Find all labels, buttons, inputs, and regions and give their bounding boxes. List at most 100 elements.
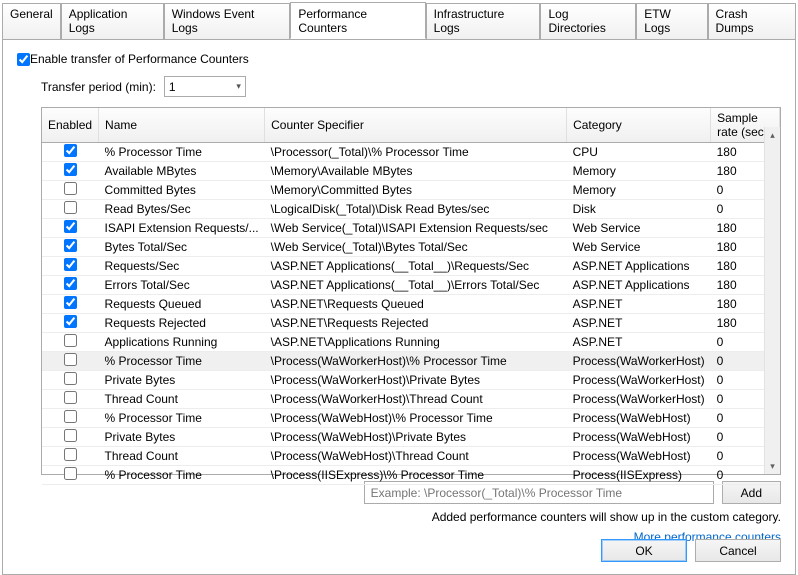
row-name: Thread Count bbox=[99, 447, 265, 466]
row-name: Errors Total/Sec bbox=[99, 276, 265, 295]
table-row[interactable]: Private Bytes\Process(WaWebHost)\Private… bbox=[42, 428, 780, 447]
row-category: Process(WaWorkerHost) bbox=[567, 371, 711, 390]
enable-transfer-row: Enable transfer of Performance Counters bbox=[17, 52, 781, 66]
table-row[interactable]: Available MBytes\Memory\Available MBytes… bbox=[42, 162, 780, 181]
row-name: Available MBytes bbox=[99, 162, 265, 181]
tab-crash-dumps[interactable]: Crash Dumps bbox=[708, 3, 796, 40]
tab-application-logs[interactable]: Application Logs bbox=[61, 3, 164, 40]
table-row[interactable]: Errors Total/Sec\ASP.NET Applications(__… bbox=[42, 276, 780, 295]
table-row[interactable]: % Processor Time\Process(WaWorkerHost)\%… bbox=[42, 352, 780, 371]
enable-transfer-label[interactable]: Enable transfer of Performance Counters bbox=[30, 52, 249, 66]
row-category: ASP.NET bbox=[567, 333, 711, 352]
table-row[interactable]: % Processor Time\Process(IISExpress)\% P… bbox=[42, 466, 780, 485]
scroll-down-icon[interactable]: ▾ bbox=[765, 458, 780, 474]
row-name: Applications Running bbox=[99, 333, 265, 352]
row-category: Memory bbox=[567, 162, 711, 181]
tab-general[interactable]: General bbox=[2, 3, 61, 40]
table-row[interactable]: Requests/Sec\ASP.NET Applications(__Tota… bbox=[42, 257, 780, 276]
row-spec: \ASP.NET Applications(__Total__)\Request… bbox=[265, 257, 567, 276]
scroll-up-icon[interactable]: ▴ bbox=[765, 127, 780, 143]
row-enabled-checkbox[interactable] bbox=[64, 315, 77, 328]
tab-log-directories[interactable]: Log Directories bbox=[540, 3, 636, 40]
chevron-down-icon: ▾ bbox=[236, 81, 241, 92]
row-name: % Processor Time bbox=[99, 352, 265, 371]
col-category[interactable]: Category bbox=[567, 108, 711, 143]
row-enabled-checkbox[interactable] bbox=[64, 182, 77, 195]
row-name: Private Bytes bbox=[99, 371, 265, 390]
custom-category-hint: Added performance counters will show up … bbox=[41, 510, 781, 524]
table-row[interactable]: Committed Bytes\Memory\Committed BytesMe… bbox=[42, 181, 780, 200]
row-category: Process(WaWorkerHost) bbox=[567, 390, 711, 409]
row-name: Private Bytes bbox=[99, 428, 265, 447]
row-spec: \Web Service(_Total)\ISAPI Extension Req… bbox=[265, 219, 567, 238]
table-row[interactable]: Thread Count\Process(WaWorkerHost)\Threa… bbox=[42, 390, 780, 409]
col-spec[interactable]: Counter Specifier bbox=[265, 108, 567, 143]
table-row[interactable]: Read Bytes/Sec\LogicalDisk(_Total)\Disk … bbox=[42, 200, 780, 219]
table-row[interactable]: ISAPI Extension Requests/...\Web Service… bbox=[42, 219, 780, 238]
table-row[interactable]: Bytes Total/Sec\Web Service(_Total)\Byte… bbox=[42, 238, 780, 257]
row-spec: \Process(WaWorkerHost)\% Processor Time bbox=[265, 352, 567, 371]
row-enabled-checkbox[interactable] bbox=[64, 201, 77, 214]
row-enabled-checkbox[interactable] bbox=[64, 220, 77, 233]
row-category: Process(WaWebHost) bbox=[567, 409, 711, 428]
row-spec: \Process(IISExpress)\% Processor Time bbox=[265, 466, 567, 485]
row-enabled-checkbox[interactable] bbox=[64, 372, 77, 385]
row-name: Requests Rejected bbox=[99, 314, 265, 333]
row-enabled-checkbox[interactable] bbox=[64, 239, 77, 252]
row-spec: \Processor(_Total)\% Processor Time bbox=[265, 143, 567, 162]
row-enabled-checkbox[interactable] bbox=[64, 258, 77, 271]
row-category: ASP.NET bbox=[567, 295, 711, 314]
row-name: % Processor Time bbox=[99, 409, 265, 428]
table-row[interactable]: Thread Count\Process(WaWebHost)\Thread C… bbox=[42, 447, 780, 466]
row-enabled-checkbox[interactable] bbox=[64, 429, 77, 442]
ok-button[interactable]: OK bbox=[601, 539, 687, 562]
row-enabled-checkbox[interactable] bbox=[64, 277, 77, 290]
counters-grid: Enabled Name Counter Specifier Category … bbox=[41, 107, 781, 475]
cancel-button[interactable]: Cancel bbox=[695, 539, 781, 562]
row-category: Process(WaWorkerHost) bbox=[567, 352, 711, 371]
transfer-period-row: Transfer period (min): 1 ▾ bbox=[41, 76, 781, 97]
col-enabled[interactable]: Enabled bbox=[42, 108, 99, 143]
row-name: Read Bytes/Sec bbox=[99, 200, 265, 219]
row-enabled-checkbox[interactable] bbox=[64, 334, 77, 347]
row-enabled-checkbox[interactable] bbox=[64, 448, 77, 461]
vertical-scrollbar[interactable]: ▴ ▾ bbox=[764, 127, 780, 474]
row-category: ASP.NET Applications bbox=[567, 276, 711, 295]
row-spec: \ASP.NET Applications(__Total__)\Errors … bbox=[265, 276, 567, 295]
row-name: % Processor Time bbox=[99, 143, 265, 162]
row-name: % Processor Time bbox=[99, 466, 265, 485]
row-enabled-checkbox[interactable] bbox=[64, 163, 77, 176]
row-spec: \Process(WaWebHost)\Private Bytes bbox=[265, 428, 567, 447]
col-name[interactable]: Name bbox=[99, 108, 265, 143]
tab-infrastructure-logs[interactable]: Infrastructure Logs bbox=[426, 3, 541, 40]
tab-windows-event-logs[interactable]: Windows Event Logs bbox=[164, 3, 291, 40]
transfer-period-combo[interactable]: 1 ▾ bbox=[164, 76, 246, 97]
row-enabled-checkbox[interactable] bbox=[64, 467, 77, 480]
row-spec: \Web Service(_Total)\Bytes Total/Sec bbox=[265, 238, 567, 257]
under-grid-area: Add Added performance counters will show… bbox=[41, 481, 781, 544]
row-enabled-checkbox[interactable] bbox=[64, 410, 77, 423]
row-spec: \Process(WaWorkerHost)\Thread Count bbox=[265, 390, 567, 409]
tab-performance-counters[interactable]: Performance Counters bbox=[290, 2, 425, 39]
row-name: Committed Bytes bbox=[99, 181, 265, 200]
table-row[interactable]: Requests Rejected\ASP.NET\Requests Rejec… bbox=[42, 314, 780, 333]
row-spec: \Memory\Available MBytes bbox=[265, 162, 567, 181]
row-category: Web Service bbox=[567, 219, 711, 238]
row-enabled-checkbox[interactable] bbox=[64, 144, 77, 157]
table-row[interactable]: Requests Queued\ASP.NET\Requests QueuedA… bbox=[42, 295, 780, 314]
table-row[interactable]: % Processor Time\Process(WaWebHost)\% Pr… bbox=[42, 409, 780, 428]
row-category: Process(WaWebHost) bbox=[567, 428, 711, 447]
row-enabled-checkbox[interactable] bbox=[64, 391, 77, 404]
tab-panel: Enable transfer of Performance Counters … bbox=[2, 39, 796, 575]
row-enabled-checkbox[interactable] bbox=[64, 353, 77, 366]
enable-transfer-checkbox[interactable] bbox=[17, 53, 30, 66]
row-enabled-checkbox[interactable] bbox=[64, 296, 77, 309]
row-spec: \Process(WaWorkerHost)\Private Bytes bbox=[265, 371, 567, 390]
tab-etw-logs[interactable]: ETW Logs bbox=[636, 3, 707, 40]
row-category: Process(IISExpress) bbox=[567, 466, 711, 485]
row-spec: \ASP.NET\Applications Running bbox=[265, 333, 567, 352]
table-row[interactable]: Applications Running\ASP.NET\Application… bbox=[42, 333, 780, 352]
table-row[interactable]: Private Bytes\Process(WaWorkerHost)\Priv… bbox=[42, 371, 780, 390]
table-row[interactable]: % Processor Time\Processor(_Total)\% Pro… bbox=[42, 143, 780, 162]
row-name: Bytes Total/Sec bbox=[99, 238, 265, 257]
